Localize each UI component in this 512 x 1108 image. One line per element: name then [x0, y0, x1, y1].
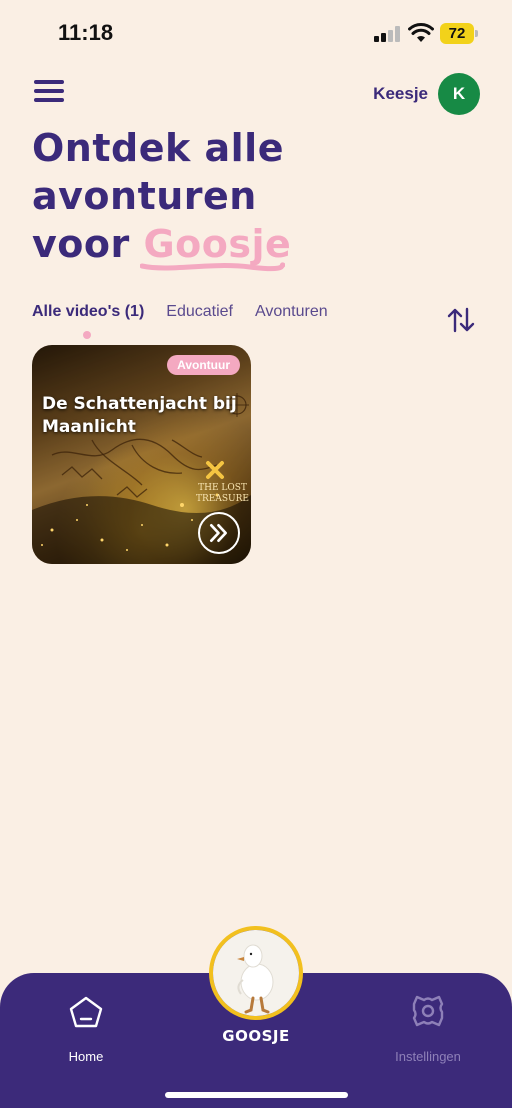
- nav-settings-label: Instellingen: [395, 1049, 461, 1064]
- goose-plush-image: [213, 930, 299, 1016]
- battery-tip: [475, 30, 478, 37]
- video-card[interactable]: THE LOST TREASURE Avontuur De Schattenja…: [32, 345, 251, 564]
- map-label: THE LOST TREASURE: [196, 483, 249, 504]
- battery-indicator: 72: [440, 23, 478, 44]
- hamburger-menu-icon[interactable]: [34, 80, 66, 106]
- nav-settings[interactable]: Instellingen: [390, 993, 466, 1064]
- wifi-icon: [408, 23, 434, 42]
- page-title-line1: Ontdek alle: [32, 126, 284, 170]
- avatar[interactable]: K: [438, 73, 480, 115]
- status-bar: 11:18 72: [0, 0, 512, 66]
- goosje-profile-button[interactable]: [209, 926, 303, 1020]
- brush-underline-decoration: [140, 262, 285, 272]
- home-indicator: [165, 1092, 348, 1098]
- page-title: Ontdek alle avonturen voor Goosje: [32, 124, 492, 268]
- home-icon: [69, 996, 103, 1028]
- category-tabs: Alle video's (1) Educatief Avonturen: [32, 303, 328, 327]
- nav-home-label: Home: [68, 1049, 104, 1064]
- nav-home[interactable]: Home: [56, 993, 116, 1064]
- video-title: De Schattenjacht bij Maanlicht: [42, 394, 237, 437]
- user-name[interactable]: Keesje: [373, 84, 428, 104]
- tab-all-videos[interactable]: Alle video's (1): [32, 303, 144, 327]
- page-title-line2: avonturen: [32, 174, 257, 218]
- sort-arrows-icon[interactable]: [446, 306, 476, 334]
- page-title-prefix: voor: [32, 222, 144, 266]
- double-chevron-right-icon[interactable]: [198, 512, 240, 554]
- settings-gear-icon: [412, 995, 444, 1027]
- category-badge: Avontuur: [167, 355, 240, 375]
- tab-educatief[interactable]: Educatief: [166, 303, 233, 327]
- status-time: 11:18: [58, 20, 114, 45]
- tab-avonturen[interactable]: Avonturen: [255, 303, 328, 327]
- battery-level: 72: [448, 25, 466, 42]
- active-tab-indicator: [83, 331, 91, 339]
- cellular-signal-icon: [374, 26, 400, 42]
- nav-goosje-label[interactable]: GOOSJE: [200, 1027, 312, 1045]
